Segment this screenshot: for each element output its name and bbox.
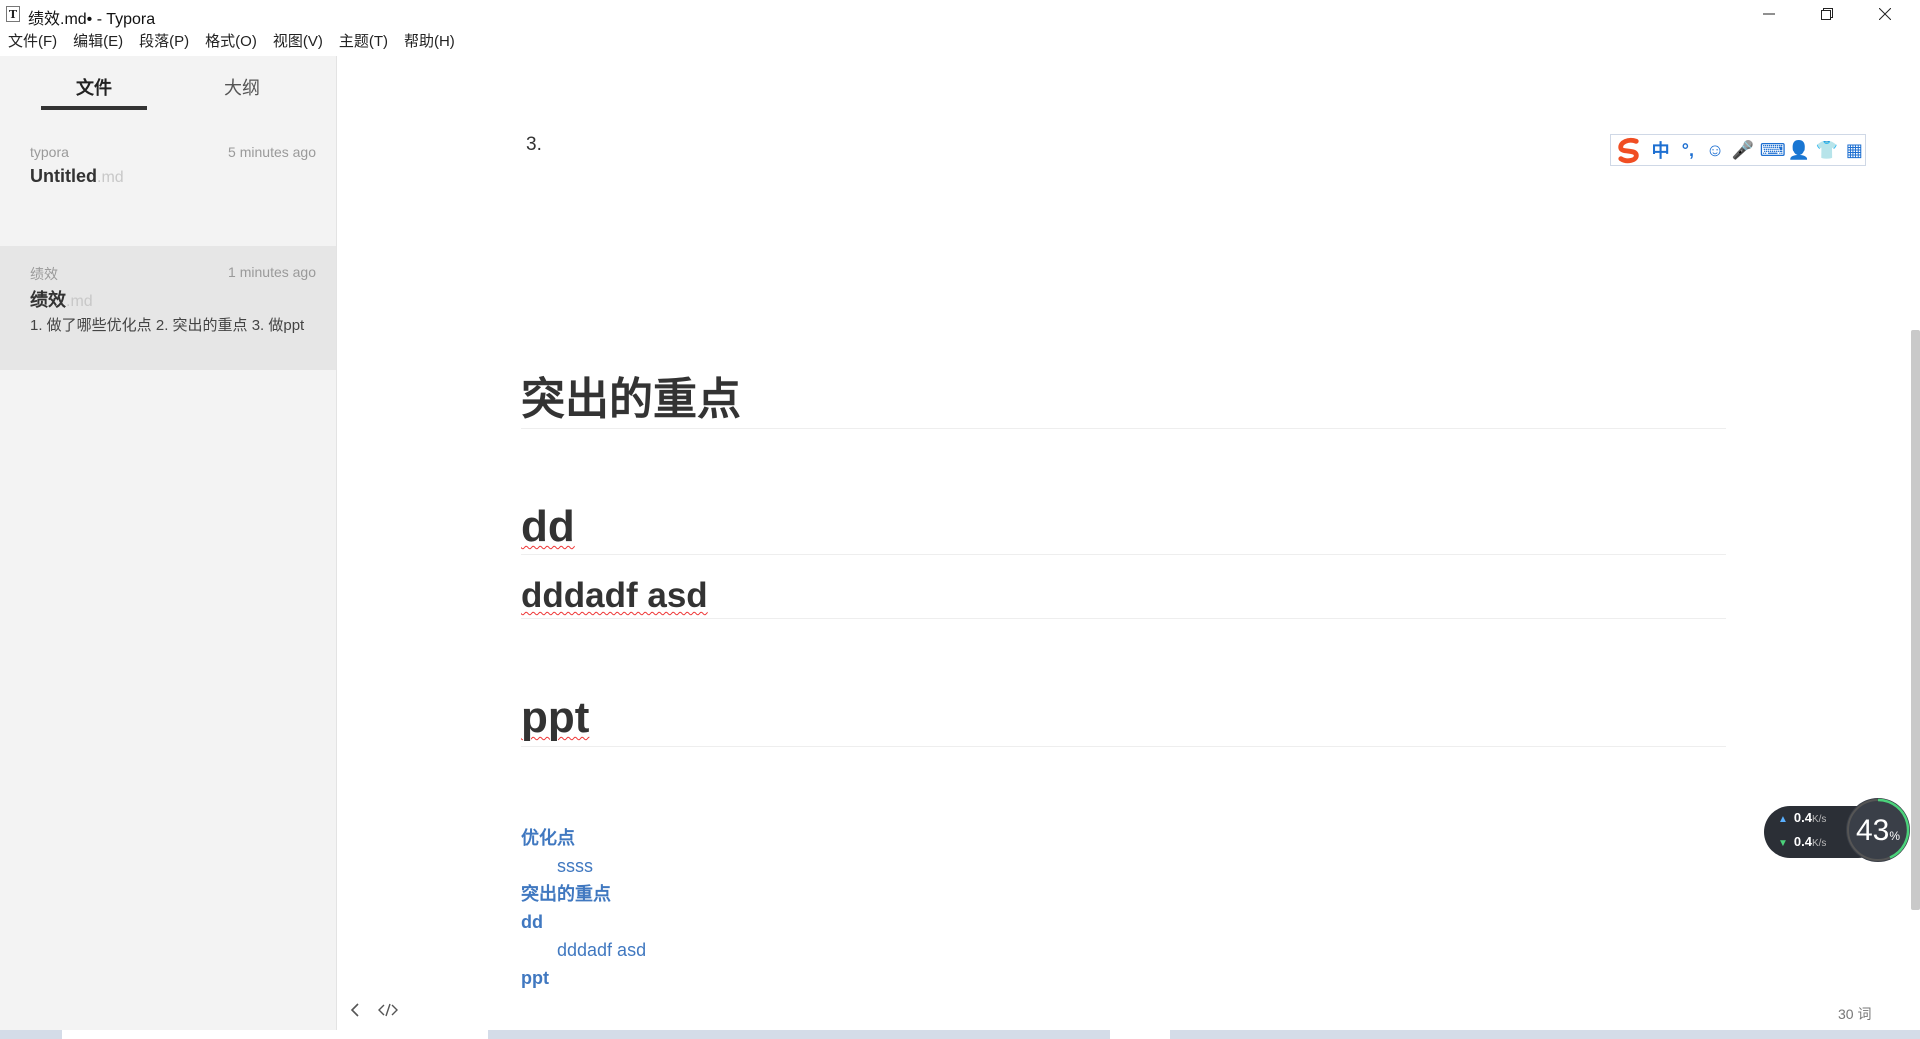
menu-paragraph[interactable]: 段落(P) [131,30,197,54]
network-speed-widget[interactable]: ▲ 0.4K/s ▼ 0.4K/s 43% [1764,796,1914,864]
upload-speed: ▲ 0.4K/s [1778,810,1826,825]
download-arrow-icon: ▼ [1778,838,1788,849]
emoji-icon[interactable]: ☺ [1704,140,1725,161]
menu-format[interactable]: 格式(O) [197,30,265,54]
heading-1[interactable]: 突出的重点 [521,372,1726,429]
user-icon[interactable]: 👤 [1788,140,1810,161]
close-button[interactable] [1856,0,1914,28]
download-unit: K/s [1811,838,1827,849]
heading-2[interactable]: dddadf asd [521,574,1726,619]
word-count[interactable]: 30 词 [1838,1004,1871,1024]
toggle-sidebar-button[interactable] [350,1003,360,1022]
menu-view[interactable]: 视图(V) [265,30,331,54]
file-name: 绩效.md [30,286,93,312]
ime-toolbar[interactable]: 中 °, ☺ 🎤 ⌨ 👤 👕 ▦ [1610,134,1866,166]
taskbar-segment [1110,1030,1170,1039]
file-time: 5 minutes ago [228,144,316,160]
list-item-number[interactable]: 3. [526,134,542,156]
toc-link[interactable]: 突出的重点 [521,880,646,908]
toc-link[interactable]: ssss [521,852,646,880]
percent-sign: % [1889,829,1901,843]
file-time: 1 minutes ago [228,264,316,280]
minimize-button[interactable] [1740,0,1798,28]
memory-percent: 43% [1856,814,1900,848]
table-of-contents: 优化点 ssss 突出的重点 dd dddadf asd ppt [521,824,646,992]
restore-icon [1821,8,1833,20]
heading-1[interactable]: ppt [521,690,1726,747]
code-icon [378,1003,398,1017]
upload-arrow-icon: ▲ [1778,814,1788,825]
file-name-text: Untitled [30,166,97,186]
download-speed: ▼ 0.4K/s [1778,834,1826,849]
toc-link[interactable]: dddadf asd [521,936,646,964]
menu-edit[interactable]: 编辑(E) [65,30,131,54]
file-name-text: 绩效 [30,290,66,310]
tab-outline[interactable]: 大纲 [224,74,260,100]
heading-text: ppt [521,693,590,742]
toc-link[interactable]: 优化点 [521,824,646,852]
taskbar-segment [62,1030,488,1039]
keyboard-icon[interactable]: ⌨ [1760,140,1786,161]
file-entry-untitled[interactable]: typora 5 minutes ago Untitled.md [0,126,336,250]
grid-menu-icon[interactable]: ▦ [1844,140,1865,161]
ime-punctuation[interactable]: °, [1677,140,1698,161]
close-icon [1879,8,1891,20]
ime-chinese-mode[interactable]: 中 [1650,137,1671,163]
file-entry-jixiao[interactable]: 绩效 1 minutes ago 绩效.md 1. 做了哪些优化点 2. 突出的… [0,246,336,370]
minimize-icon [1763,13,1775,15]
file-folder: 绩效 [30,266,58,282]
sidebar-tabs: 文件 大纲 [0,56,336,112]
microphone-icon[interactable]: 🎤 [1732,140,1754,161]
sogou-logo-icon [1618,137,1639,164]
download-value: 0.4 [1793,834,1812,849]
tab-files[interactable]: 文件 [76,74,112,100]
memory-percent-value: 43 [1856,814,1890,847]
sidebar: 文件 大纲 typora 5 minutes ago Untitled.md 绩… [0,56,337,1039]
menu-file[interactable]: 文件(F) [0,30,65,54]
toc-link[interactable]: dd [521,908,646,936]
skin-shirt-icon[interactable]: 👕 [1816,140,1838,161]
heading-text: dddadf asd [521,576,708,615]
heading-text: dd [521,502,575,551]
file-preview: 1. 做了哪些优化点 2. 突出的重点 3. 做ppt [30,317,305,334]
heading-1[interactable]: dd [521,500,1726,555]
active-tab-indicator [41,106,147,110]
upload-unit: K/s [1811,814,1827,825]
title-bar: T 绩效.md• - Typora [0,0,1920,28]
heading-text: 突出的重点 [521,375,741,424]
toc-link[interactable]: ppt [521,964,646,992]
status-bar-left [350,1003,398,1022]
source-code-mode-button[interactable] [378,1003,398,1022]
typora-app-icon: T [6,6,20,22]
file-name: Untitled.md [30,166,124,187]
window-title: 绩效.md• - Typora [28,11,156,28]
menu-bar: 文件(F) 编辑(E) 段落(P) 格式(O) 视图(V) 主题(T) 帮助(H… [0,30,463,54]
upload-value: 0.4 [1793,810,1812,825]
file-ext: .md [97,169,124,186]
file-folder: typora [30,144,69,160]
restore-button[interactable] [1798,0,1856,28]
chevron-left-icon [350,1003,359,1017]
menu-theme[interactable]: 主题(T) [331,30,396,54]
menu-help[interactable]: 帮助(H) [396,30,463,54]
file-ext: .md [66,293,93,310]
